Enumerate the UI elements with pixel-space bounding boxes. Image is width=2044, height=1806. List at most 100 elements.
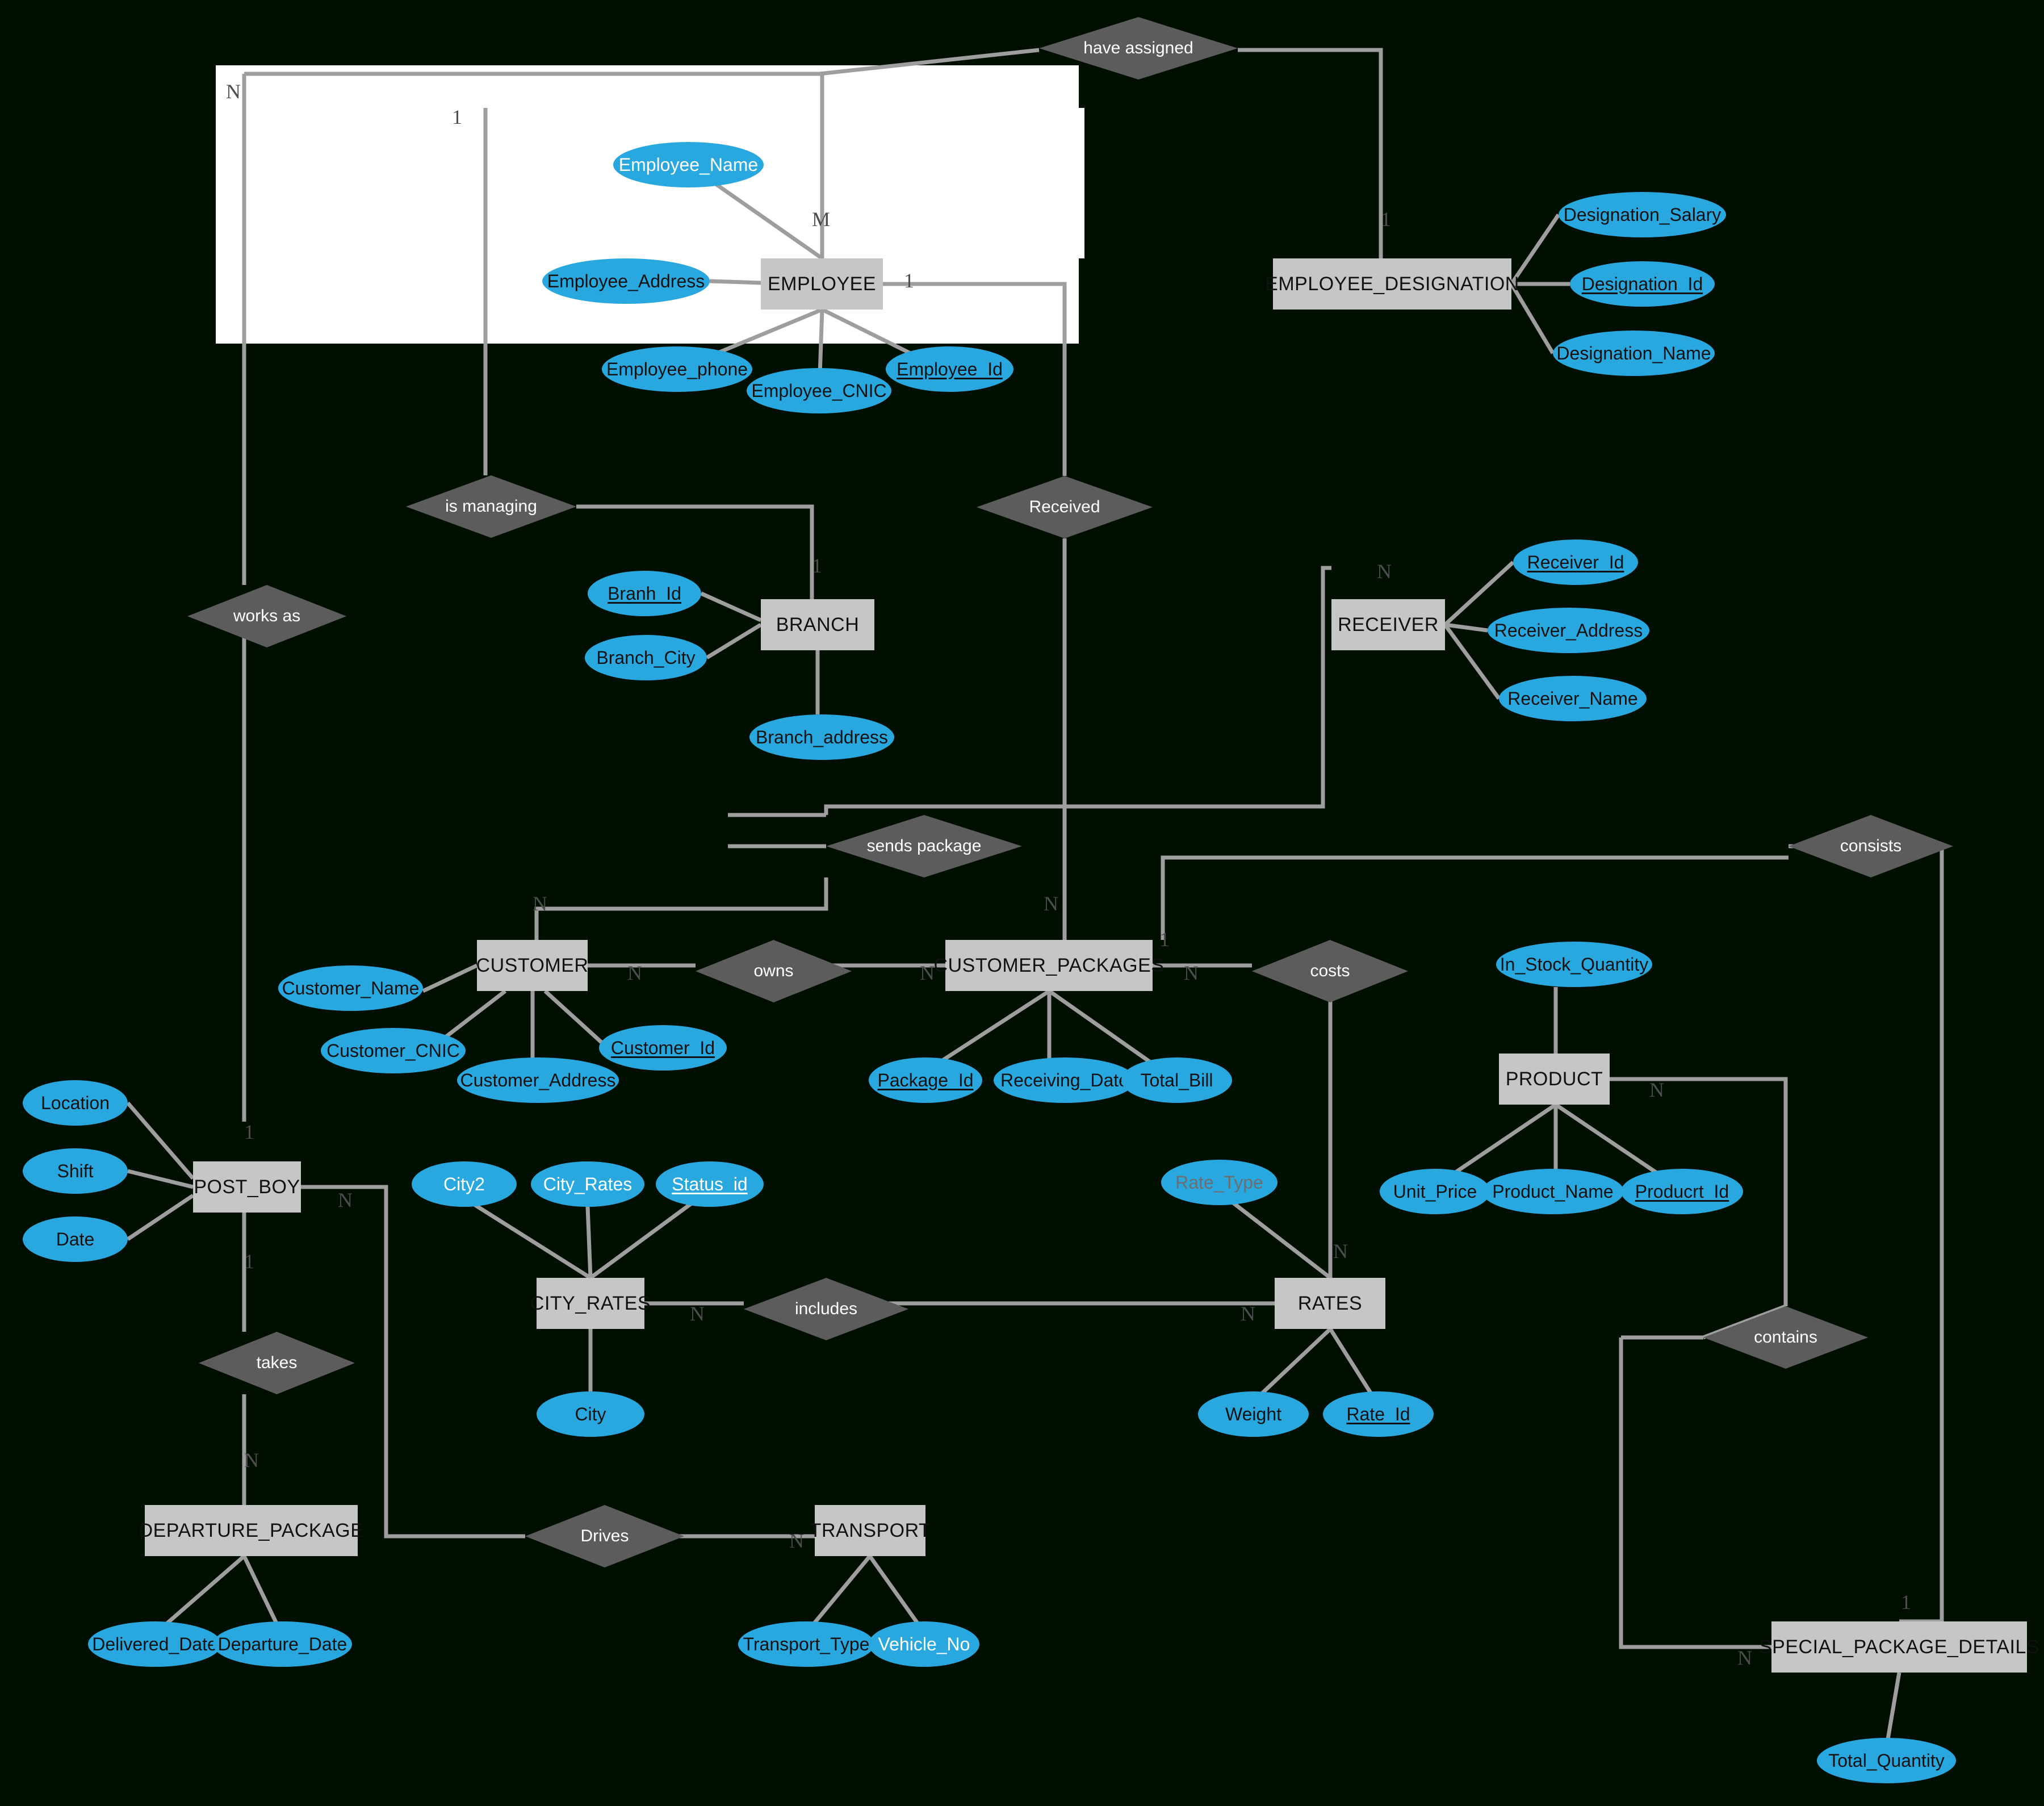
entity-customer-packages[interactable]: CUSTOMER_PACKAGES [934, 940, 1164, 991]
entity-branch[interactable]: BRANCH [761, 599, 874, 650]
attribute-in-stock-quantity[interactable]: In_Stock_Quantity [1496, 942, 1652, 987]
entity-post-boy[interactable]: POST_BOY [193, 1161, 301, 1213]
relationship-label: consists [1840, 837, 1902, 855]
attribute-rate-id[interactable]: Rate_Id [1323, 1391, 1434, 1437]
attribute-label: Total_Quantity [1828, 1750, 1945, 1771]
attribute-product-name[interactable]: Product_Name [1482, 1169, 1624, 1214]
attribute-weight[interactable]: Weight [1198, 1391, 1309, 1437]
attribute-branch-address[interactable]: Branch_address [749, 714, 894, 760]
relationship-label: costs [1310, 961, 1350, 980]
attribute-branch-city[interactable]: Branch_City [585, 635, 707, 680]
attribute-receiver-name[interactable]: Receiver_Name [1499, 676, 1647, 721]
relationship-contains[interactable]: contains [1703, 1306, 1868, 1369]
attribute-package-id[interactable]: Package_Id [869, 1057, 982, 1103]
cardinality-one-designation: 1 [1381, 208, 1391, 231]
entity-label: SPECIAL_PACKAGE_DETAILS [1759, 1636, 2039, 1658]
entity-city-rates[interactable]: CITY_RATES [530, 1278, 651, 1329]
attribute-customer-address[interactable]: Customer_Address [457, 1057, 619, 1103]
cardinality-n-customer-right: N [627, 961, 642, 984]
cardinality-n-cp-left: N [920, 961, 935, 984]
relationship-have-assigned[interactable]: have assigned [1039, 17, 1238, 80]
attribute-label: Transport_Type [743, 1633, 870, 1654]
attribute-label: Rate_Type [1175, 1172, 1263, 1193]
entity-label: PRODUCT [1505, 1068, 1603, 1090]
relationship-drives[interactable]: Drives [525, 1505, 684, 1567]
entity-rates[interactable]: RATES [1275, 1278, 1385, 1329]
relationship-consists[interactable]: consists [1789, 815, 1953, 877]
relationship-costs[interactable]: costs [1252, 940, 1408, 1002]
attribute-shift[interactable]: Shift [23, 1148, 128, 1194]
cardinality-n-costs-rates: N [1333, 1240, 1348, 1262]
entity-product[interactable]: PRODUCT [1499, 1054, 1610, 1105]
relationship-owns[interactable]: owns [696, 940, 852, 1002]
attribute-label: Rate_Id [1346, 1403, 1410, 1424]
attribute-status-id[interactable]: Status_id [656, 1161, 764, 1207]
attribute-rate-type[interactable]: Rate_Type [1161, 1160, 1278, 1205]
attribute-receiver-address[interactable]: Receiver_Address [1488, 608, 1649, 653]
relationship-takes[interactable]: takes [199, 1332, 355, 1394]
relationship-includes[interactable]: includes [744, 1278, 908, 1340]
entity-transport[interactable]: TRANSPORT [810, 1505, 931, 1556]
attribute-transport-type[interactable]: Transport_Type [738, 1621, 874, 1667]
attribute-receiver-id[interactable]: Receiver_Id [1513, 540, 1638, 585]
attribute-city[interactable]: City [537, 1391, 644, 1437]
attribute-label: Employee_phone [606, 358, 748, 379]
attribute-customer-id[interactable]: Customer_Id [599, 1025, 727, 1071]
entity-departure-package[interactable]: DEPARTURE_PACKAGE [139, 1505, 363, 1556]
cardinality-n-transport: N [789, 1529, 804, 1552]
attribute-vehicle-no[interactable]: Vehicle_No [869, 1621, 979, 1667]
attribute-label: City_Rates [543, 1173, 633, 1194]
cardinality-one-employee-right: 1 [904, 269, 914, 292]
attribute-departure-date[interactable]: Departure_Date [213, 1621, 352, 1667]
attribute-receiving-date[interactable]: Receiving_Date [994, 1057, 1136, 1103]
attribute-label: Branch_City [596, 647, 696, 668]
cardinality-n-customer-top: N [533, 892, 547, 915]
attribute-producrt-id[interactable]: Producrt_Id [1621, 1169, 1743, 1214]
attribute-employee-address[interactable]: Employee_Address [542, 258, 710, 304]
attribute-customer-name[interactable]: Customer_Name [278, 965, 423, 1011]
attribute-employee-id[interactable]: Employee_Id [886, 346, 1013, 392]
relationship-is-managing[interactable]: is managing [406, 475, 576, 538]
attribute-date[interactable]: Date [23, 1216, 128, 1262]
attribute-label: Weight [1225, 1403, 1281, 1424]
attribute-label: Product_Name [1492, 1181, 1614, 1202]
attribute-city2[interactable]: City2 [412, 1161, 517, 1207]
attribute-delivered-date[interactable]: Delivered_Date [88, 1621, 221, 1667]
relationship-sends-package[interactable]: sends package [826, 815, 1022, 877]
relationship-received[interactable]: Received [977, 476, 1153, 538]
attribute-employee-phone[interactable]: Employee_phone [602, 346, 752, 392]
attribute-customer-cnic[interactable]: Customer_CNIC [321, 1028, 466, 1073]
attribute-designation-name[interactable]: Designation_Name [1553, 331, 1715, 376]
attribute-label: Designation_Salary [1563, 204, 1722, 225]
attribute-total-bill[interactable]: Total_Bill [1121, 1057, 1232, 1103]
attribute-label: Customer_Id [610, 1037, 715, 1058]
attribute-branh-id[interactable]: Branh_Id [588, 571, 701, 616]
entity-label: RECEIVER [1338, 613, 1439, 636]
attribute-label: Customer_CNIC [326, 1040, 460, 1061]
cardinality-m-employee: M [812, 208, 831, 231]
cardinality-n-rates-left: N [1241, 1302, 1255, 1325]
entity-label: CITY_RATES [530, 1292, 651, 1314]
cardinality-n-product: N [1649, 1078, 1664, 1101]
entity-customer[interactable]: CUSTOMER [476, 940, 588, 991]
attribute-designation-id[interactable]: Designation_Id [1570, 261, 1715, 307]
attribute-label: Unit_Price [1393, 1181, 1477, 1202]
attribute-label: Branh_Id [608, 583, 681, 604]
attribute-label: Status_id [672, 1173, 748, 1194]
attribute-label: Date [56, 1228, 95, 1249]
attribute-designation-salary[interactable]: Designation_Salary [1559, 192, 1726, 237]
attribute-total-quantity[interactable]: Total_Quantity [1817, 1738, 1956, 1783]
relationship-label: takes [256, 1353, 298, 1372]
attribute-employee-name[interactable]: Employee_Name [613, 142, 764, 187]
entity-employee-designation[interactable]: EMPLOYEE_DESIGNATION [1265, 258, 1519, 310]
attribute-location[interactable]: Location [23, 1080, 128, 1126]
attribute-unit-price[interactable]: Unit_Price [1380, 1169, 1490, 1214]
attribute-city-rates[interactable]: City_Rates [531, 1161, 644, 1207]
entity-employee[interactable]: EMPLOYEE [761, 258, 883, 310]
entity-receiver[interactable]: RECEIVER [1331, 599, 1445, 650]
relationship-label: works as [233, 607, 301, 625]
entity-special-package-details[interactable]: SPECIAL_PACKAGE_DETAILS [1759, 1621, 2039, 1673]
relationship-label: have assigned [1083, 39, 1193, 57]
relationship-works-as[interactable]: works as [187, 585, 346, 647]
attribute-employee-cnic[interactable]: Employee_CNIC [747, 368, 891, 413]
